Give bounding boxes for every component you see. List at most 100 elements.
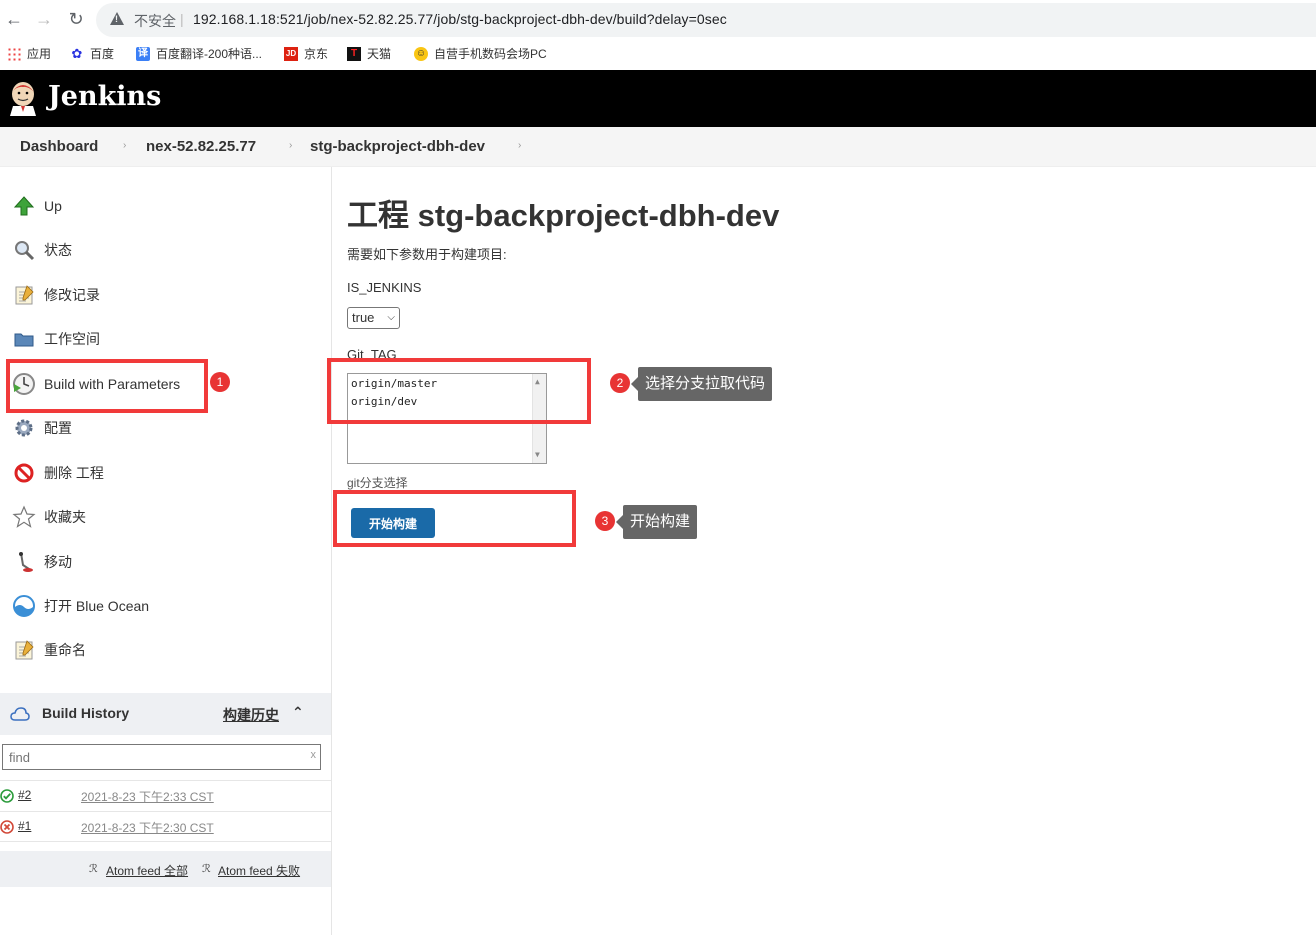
breadcrumb-dashboard[interactable]: Dashboard (20, 138, 98, 155)
blue-ocean-icon (12, 594, 36, 618)
is-jenkins-select[interactable]: true ⌵ (347, 307, 400, 329)
jd-icon: JD (284, 46, 298, 61)
scroll-down-icon[interactable]: ▼ (535, 450, 540, 459)
task-configure[interactable]: 配置 (12, 414, 72, 442)
back-icon[interactable]: ← (4, 9, 24, 29)
task-open-blue-ocean[interactable]: 打开 Blue Ocean (12, 592, 149, 620)
tmall-icon: T (347, 46, 361, 61)
build-time-link[interactable]: 2021-8-23 下午2:30 CST (81, 819, 214, 836)
notepad-icon (12, 638, 36, 662)
task-status[interactable]: 状态 (12, 236, 72, 264)
address-separator: | (180, 11, 184, 27)
page-title: 工程 stg-backproject-dbh-dev (347, 198, 780, 233)
address-bar[interactable]: 不安全 | 192.168.1.18:521/job/nex-52.82.25.… (96, 3, 1316, 37)
no-entry-icon (12, 461, 36, 485)
translate-icon: 译 (136, 46, 150, 61)
git-tag-help-text: git分支选择 (347, 476, 408, 490)
bookmark-baidu[interactable]: ✿ 百度 (70, 45, 114, 62)
url-text[interactable]: 192.168.1.18:521/job/nex-52.82.25.77/job… (193, 11, 727, 27)
browser-toolbar: ← → ↻ 不安全 | 192.168.1.18:521/job/nex-52.… (0, 0, 1316, 40)
cloud-icon (10, 707, 30, 721)
build-time-link[interactable]: 2021-8-23 下午2:33 CST (81, 788, 214, 805)
build-number-link[interactable]: #1 (18, 819, 31, 833)
bookmark-label: 京东 (304, 47, 329, 61)
rss-icon: ℛ (89, 863, 98, 875)
param-name-is-jenkins: IS_JENKINS (347, 280, 422, 295)
insecure-label: 不安全 (134, 13, 176, 29)
task-label: 修改记录 (44, 287, 100, 303)
breadcrumb-job[interactable]: stg-backproject-dbh-dev (310, 138, 485, 155)
move-icon (12, 550, 36, 574)
warning-icon (110, 12, 124, 25)
task-label: 打开 Blue Ocean (44, 598, 150, 614)
gear-icon (12, 416, 36, 440)
clear-search-icon[interactable]: x (311, 749, 317, 761)
bookmark-baidu-translate[interactable]: 译 百度翻译-200种语... (136, 45, 262, 62)
chevron-down-icon: ⌵ (387, 312, 395, 323)
annotation-badge-3: 3 (595, 511, 615, 531)
annotation-badge-1: 1 (210, 372, 230, 392)
reload-icon[interactable]: ↻ (66, 9, 86, 29)
annotation-box-2 (327, 358, 591, 424)
breadcrumb: Dashboard › nex-52.82.25.77 › stg-backpr… (0, 127, 1316, 167)
task-delete-project[interactable]: 删除 工程 (12, 459, 104, 487)
bookmark-suning[interactable]: ☺ 自营手机数码会场PC (414, 45, 547, 62)
bookmark-apps[interactable]: 应用 (7, 45, 51, 62)
bookmark-tmall[interactable]: T 天猫 (347, 45, 391, 62)
task-label: 删除 工程 (44, 465, 104, 481)
chevron-right-icon[interactable]: › (289, 140, 292, 151)
failed-x-icon (0, 820, 14, 834)
star-icon (12, 505, 36, 529)
build-history-widget: Build History 构建历史 ⌃ x #2 2021-8-23 下午2:… (0, 693, 331, 887)
apps-grid-icon (7, 46, 21, 61)
select-value: true (352, 310, 375, 325)
build-number-link[interactable]: #2 (18, 788, 31, 802)
atom-feeds-bar: ℛ Atom feed 全部 ℛ Atom feed 失败 (0, 851, 331, 887)
notepad-icon (12, 283, 36, 307)
baidu-paw-icon: ✿ (71, 45, 83, 61)
chevron-right-icon[interactable]: › (518, 140, 521, 151)
annotation-tooltip-2: 选择分支拉取代码 (630, 367, 773, 401)
task-workspace[interactable]: 工作空间 (12, 325, 100, 353)
build-row: #2 2021-8-23 下午2:33 CST (0, 780, 331, 811)
task-label: 工作空间 (44, 331, 100, 347)
build-history-trend-link[interactable]: 构建历史 (223, 705, 279, 725)
parameters-description: 需要如下参数用于构建项目: (347, 247, 507, 262)
annotation-box-1 (6, 359, 208, 413)
build-search-input[interactable] (3, 745, 303, 769)
task-favorite[interactable]: 收藏夹 (12, 503, 86, 531)
bookmark-jd[interactable]: JD 京东 (284, 45, 328, 62)
up-arrow-icon (12, 194, 36, 218)
task-changes[interactable]: 修改记录 (12, 281, 100, 309)
annotation-badge-2: 2 (610, 373, 630, 393)
collapse-chevron-icon[interactable]: ⌃ (292, 704, 304, 721)
chevron-right-icon[interactable]: › (123, 140, 126, 151)
jenkins-header: Jenkins (0, 70, 1316, 127)
success-check-icon (0, 789, 14, 803)
suning-icon: ☺ (414, 46, 428, 61)
breadcrumb-folder[interactable]: nex-52.82.25.77 (146, 138, 256, 155)
task-label: 移动 (44, 554, 72, 570)
folder-icon (12, 327, 36, 351)
annotation-tooltip-3: 开始构建 (615, 505, 698, 539)
forward-icon[interactable]: → (34, 9, 54, 29)
app-title[interactable]: Jenkins (48, 81, 161, 112)
jenkins-logo-icon[interactable] (8, 80, 38, 116)
bookmark-label: 应用 (27, 47, 52, 61)
atom-feed-failed-link[interactable]: Atom feed 失败 (218, 862, 300, 879)
annotation-box-3 (333, 490, 576, 547)
atom-feed-all-link[interactable]: Atom feed 全部 (106, 862, 188, 879)
task-label: Up (44, 198, 62, 214)
task-label: 配置 (44, 420, 72, 436)
bookmark-label: 百度 (90, 47, 115, 61)
build-row: #1 2021-8-23 下午2:30 CST (0, 811, 331, 842)
magnifier-icon (12, 238, 36, 262)
bookmark-label: 自营手机数码会场PC (434, 47, 547, 61)
task-move[interactable]: 移动 (12, 548, 72, 576)
task-rename[interactable]: 重命名 (12, 636, 86, 664)
task-label: 重命名 (44, 642, 86, 658)
bookmarks-bar: 应用 ✿ 百度 译 百度翻译-200种语... JD 京东 T 天猫 ☺ 自营手… (0, 40, 1316, 70)
task-up[interactable]: Up (12, 192, 62, 220)
bookmark-label: 天猫 (367, 47, 392, 61)
build-history-header: Build History 构建历史 ⌃ (0, 693, 331, 735)
